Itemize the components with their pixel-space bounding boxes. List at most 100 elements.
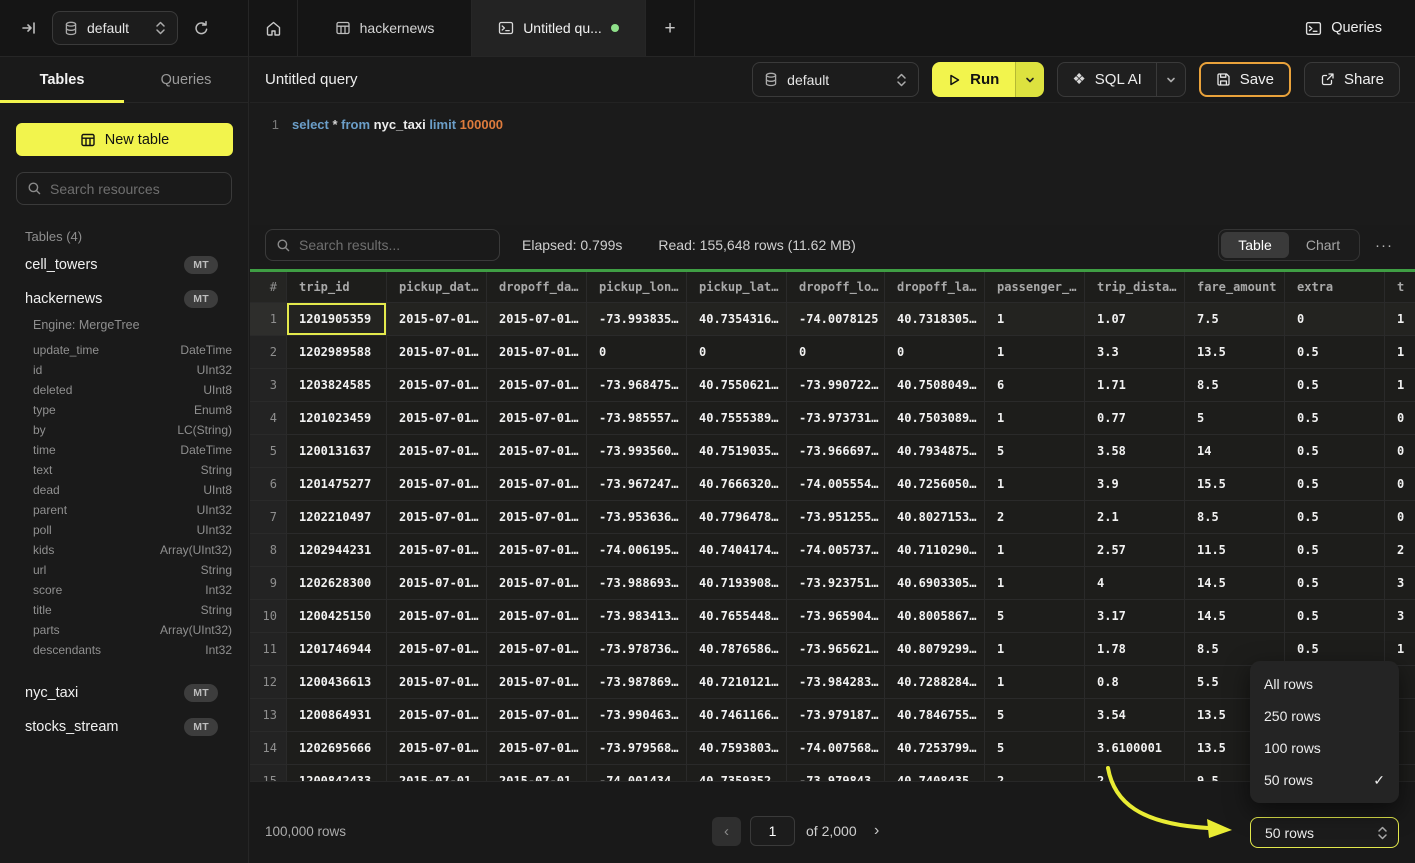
table-cell[interactable]: 0 <box>687 336 787 369</box>
column-header-trip_dista[interactable]: trip_dista… <box>1085 272 1185 303</box>
table-cell[interactable]: 1202695666 <box>287 732 387 765</box>
table-cell[interactable]: 1203824585 <box>287 369 387 402</box>
table-cell[interactable]: 1202989588 <box>287 336 387 369</box>
table-cell[interactable]: -73.953636… <box>587 501 687 534</box>
table-cell[interactable]: 2.57 <box>1085 534 1185 567</box>
table-cell[interactable]: 1 <box>1385 303 1415 336</box>
table-cell[interactable]: 40.7503089… <box>885 402 985 435</box>
table-cell[interactable]: 1 <box>1385 369 1415 402</box>
table-cell[interactable]: 40.7210121… <box>687 666 787 699</box>
table-cell[interactable]: -73.968475… <box>587 369 687 402</box>
menu-item-100-rows[interactable]: 100 rows <box>1250 732 1399 764</box>
row-number[interactable]: 6 <box>250 468 287 501</box>
search-results-input[interactable] <box>299 237 489 253</box>
table-cell[interactable]: -74.005737… <box>787 534 885 567</box>
table-cell[interactable]: 2015-07-01… <box>387 534 487 567</box>
column-header-extra[interactable]: extra <box>1285 272 1385 303</box>
table-cell[interactable]: 0 <box>1385 501 1415 534</box>
table-cell[interactable]: 0 <box>1385 435 1415 468</box>
table-cell[interactable]: -73.984283… <box>787 666 885 699</box>
run-button[interactable]: Run <box>932 62 1015 97</box>
table-cell[interactable]: 8.5 <box>1185 369 1285 402</box>
table-cell[interactable]: 0.8 <box>1085 666 1185 699</box>
table-cell[interactable]: 40.6903305… <box>885 567 985 600</box>
table-cell[interactable]: 2015-07-01… <box>387 600 487 633</box>
run-options-button[interactable] <box>1015 62 1044 97</box>
table-cell[interactable]: 0 <box>1385 468 1415 501</box>
table-cell[interactable]: 1201475277 <box>287 468 387 501</box>
sql-ai-button[interactable]: ❖ SQL AI <box>1058 63 1155 96</box>
table-cell[interactable]: 14 <box>1185 435 1285 468</box>
table-cell[interactable]: 1200425150 <box>287 600 387 633</box>
refresh-button[interactable] <box>188 15 214 41</box>
tab-untitled-query[interactable]: Untitled qu... <box>472 0 646 56</box>
table-cell[interactable]: 14.5 <box>1185 600 1285 633</box>
table-cell[interactable]: -73.978736… <box>587 633 687 666</box>
table-cell[interactable]: 2015-07-01… <box>387 699 487 732</box>
new-table-button[interactable]: New table <box>16 123 233 156</box>
sidebar-tab-tables[interactable]: Tables <box>0 57 124 102</box>
search-resources-input[interactable] <box>50 181 231 197</box>
table-cell[interactable]: 2015-07-01… <box>487 567 587 600</box>
column-header-pickup_dat[interactable]: pickup_dat… <box>387 272 487 303</box>
table-cell[interactable]: 0 <box>787 336 885 369</box>
table-cell[interactable]: 0.5 <box>1285 369 1385 402</box>
collapse-sidebar-button[interactable] <box>16 15 42 41</box>
sidebar-table-nyc-taxi[interactable]: nyc_taxi MT <box>0 676 248 710</box>
table-cell[interactable]: 40.7508049… <box>885 369 985 402</box>
table-cell[interactable]: 13.5 <box>1185 336 1285 369</box>
row-number[interactable]: 5 <box>250 435 287 468</box>
table-cell[interactable]: 2015-07-01… <box>487 600 587 633</box>
table-cell[interactable]: -73.965904… <box>787 600 885 633</box>
table-cell[interactable]: 2015-07-01… <box>487 534 587 567</box>
table-cell[interactable]: 1.71 <box>1085 369 1185 402</box>
table-cell[interactable]: 2015-07-01… <box>487 666 587 699</box>
table-cell[interactable]: -74.0078125 <box>787 303 885 336</box>
sql-editor[interactable]: 1 select * from nyc_taxi limit 100000 <box>250 103 1415 225</box>
table-cell[interactable]: -73.965621… <box>787 633 885 666</box>
row-number[interactable]: 7 <box>250 501 287 534</box>
table-cell[interactable]: 1.78 <box>1085 633 1185 666</box>
table-cell[interactable]: 2015-07-01… <box>487 336 587 369</box>
row-number[interactable]: 11 <box>250 633 287 666</box>
table-cell[interactable]: 3.58 <box>1085 435 1185 468</box>
tab-hackernews[interactable]: hackernews <box>298 0 472 56</box>
table-cell[interactable]: 2015-07-01… <box>387 666 487 699</box>
table-cell[interactable]: -73.990463… <box>587 699 687 732</box>
table-cell[interactable]: 0 <box>1385 402 1415 435</box>
table-cell[interactable]: -74.007568… <box>787 732 885 765</box>
table-cell[interactable]: 1 <box>985 666 1085 699</box>
table-cell[interactable]: 2 <box>1385 534 1415 567</box>
menu-item-250-rows[interactable]: 250 rows <box>1250 700 1399 732</box>
table-cell[interactable]: 40.7110290… <box>885 534 985 567</box>
sidebar-tab-queries[interactable]: Queries <box>124 57 248 102</box>
column-header-passenger_[interactable]: passenger_… <box>985 272 1085 303</box>
table-cell[interactable]: 1202628300 <box>287 567 387 600</box>
table-cell[interactable]: -73.985557… <box>587 402 687 435</box>
table-cell[interactable]: 0 <box>587 336 687 369</box>
table-cell[interactable]: 2 <box>985 501 1085 534</box>
table-cell[interactable]: 0 <box>1285 303 1385 336</box>
table-cell[interactable]: 2.1 <box>1085 501 1185 534</box>
table-cell[interactable]: 0.5 <box>1285 534 1385 567</box>
table-cell[interactable]: 40.7318305… <box>885 303 985 336</box>
table-cell[interactable]: 0.5 <box>1285 435 1385 468</box>
table-cell[interactable]: 2015-07-01… <box>387 303 487 336</box>
column-header-pickup_lon[interactable]: pickup_lon… <box>587 272 687 303</box>
row-number[interactable]: 10 <box>250 600 287 633</box>
table-cell[interactable]: 40.7550621… <box>687 369 787 402</box>
table-cell[interactable]: 3.9 <box>1085 468 1185 501</box>
table-cell[interactable]: 2015-07-01… <box>487 765 587 781</box>
row-number[interactable]: 1 <box>250 303 287 336</box>
results-more-button[interactable]: ··· <box>1370 237 1398 254</box>
table-cell[interactable]: 2015-07-01… <box>487 501 587 534</box>
table-cell[interactable]: 2 <box>985 765 1085 781</box>
tab-home[interactable] <box>249 0 298 56</box>
table-cell[interactable]: -73.973731… <box>787 402 885 435</box>
table-cell[interactable]: 40.7408435 <box>885 765 985 781</box>
table-cell[interactable]: 0.5 <box>1285 402 1385 435</box>
row-number[interactable]: 4 <box>250 402 287 435</box>
table-cell[interactable]: 40.7193908… <box>687 567 787 600</box>
next-page-button[interactable]: › <box>866 822 888 840</box>
table-cell[interactable]: 7.5 <box>1185 303 1285 336</box>
